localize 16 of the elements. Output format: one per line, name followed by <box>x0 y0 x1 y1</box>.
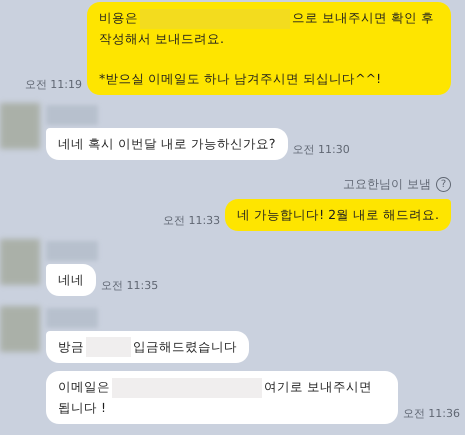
message-time: 오전 11:19 <box>24 76 82 92</box>
message-bubble: 이메일은 여기로 보내주시면 됩니다 ! <box>46 371 398 424</box>
message-time: 오전 11:35 <box>101 278 158 293</box>
message-bubble: 네 가능합니다! 2월 내로 해드려요. <box>225 198 451 231</box>
message-time: 오전 11:36 <box>402 406 460 421</box>
avatar[interactable] <box>0 102 40 149</box>
help-icon[interactable]: ? <box>436 176 451 192</box>
message-bubble: 네네 <box>46 264 96 296</box>
avatar[interactable] <box>0 306 40 352</box>
message-time: 오전 11:33 <box>162 212 220 228</box>
message-bubble: 비용은 으로 보내주시면 확인 후 작성해서 보내드려요. *받으실 이메일도 하나 남겨주시면 되십니다^^! <box>87 2 451 95</box>
message-time: 오전 11:30 <box>292 142 350 157</box>
message-bubble: 방금 입금해드렸습니다 <box>46 330 249 364</box>
avatar[interactable] <box>0 238 40 285</box>
sender-note: 고요한님이 보냄 <box>343 176 431 193</box>
message-bubble: 네네 혹시 이번달 내로 가능하신가요? <box>46 128 288 160</box>
